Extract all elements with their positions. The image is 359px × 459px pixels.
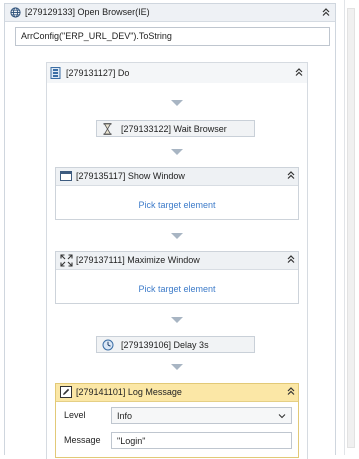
clock-icon xyxy=(102,339,114,353)
pick-target-element-link[interactable]: Pick target element xyxy=(56,284,298,294)
scrollbar-thumb[interactable] xyxy=(347,8,355,448)
log-message-header[interactable]: [279141101] Log Message xyxy=(56,384,298,402)
hourglass-icon xyxy=(103,123,112,137)
flow-arrow-icon xyxy=(171,149,183,155)
chevron-down-icon[interactable] xyxy=(278,412,286,422)
flow-arrow-icon xyxy=(171,233,183,239)
level-select[interactable]: Info xyxy=(111,407,292,424)
open-browser-title: [279129133] Open Browser(IE) xyxy=(25,7,150,17)
double-chevron-up-icon[interactable] xyxy=(293,67,305,79)
double-chevron-up-icon[interactable] xyxy=(285,170,297,182)
delay-title: [279139106] Delay 3s xyxy=(121,340,209,350)
do-sequence-header[interactable]: [279131127] Do xyxy=(47,63,307,83)
flow-arrow-icon xyxy=(171,364,183,370)
double-chevron-up-icon[interactable] xyxy=(285,386,297,398)
level-label: Level xyxy=(64,410,86,420)
message-input[interactable]: "Login" xyxy=(111,432,292,449)
log-message-title: [279141101] Log Message xyxy=(76,387,182,397)
double-chevron-up-icon[interactable] xyxy=(320,7,332,19)
message-input-value: "Login" xyxy=(117,436,146,446)
globe-icon xyxy=(10,7,21,20)
sequence-icon xyxy=(50,67,61,81)
do-sequence[interactable]: [279131127] Do [279133122] Wait Browser xyxy=(46,62,308,459)
maximize-window-header[interactable]: [279137111] Maximize Window xyxy=(56,252,298,270)
open-browser-activity[interactable]: [279129133] Open Browser(IE) ArrConfig("… xyxy=(4,3,336,459)
pencil-icon xyxy=(60,386,72,400)
show-window-header[interactable]: [279135117] Show Window xyxy=(56,168,298,186)
wait-browser-title: [279133122] Wait Browser xyxy=(121,124,227,134)
delay-activity[interactable]: [279139106] Delay 3s xyxy=(96,336,255,353)
log-message-activity[interactable]: [279141101] Log Message Level Info Messa… xyxy=(55,383,299,458)
show-window-activity[interactable]: [279135117] Show Window Pick target elem… xyxy=(55,167,299,220)
window-icon xyxy=(60,171,72,183)
show-window-title: [279135117] Show Window xyxy=(76,171,185,181)
level-select-value: Info xyxy=(117,411,133,421)
do-sequence-title: [279131127] Do xyxy=(66,68,130,78)
url-expression-input[interactable]: ArrConfig("ERP_URL_DEV").ToString xyxy=(15,27,330,46)
maximize-icon xyxy=(60,254,73,269)
open-browser-header[interactable]: [279129133] Open Browser(IE) xyxy=(5,4,335,22)
pick-target-element-link[interactable]: Pick target element xyxy=(56,200,298,210)
double-chevron-up-icon[interactable] xyxy=(285,254,297,266)
maximize-window-title: [279137111] Maximize Window xyxy=(76,255,200,265)
maximize-window-activity[interactable]: [279137111] Maximize Window Pick target … xyxy=(55,251,299,304)
wait-browser-activity[interactable]: [279133122] Wait Browser xyxy=(96,120,255,137)
flow-arrow-icon xyxy=(171,317,183,323)
message-label: Message xyxy=(64,435,101,445)
flow-arrow-icon xyxy=(171,100,183,106)
